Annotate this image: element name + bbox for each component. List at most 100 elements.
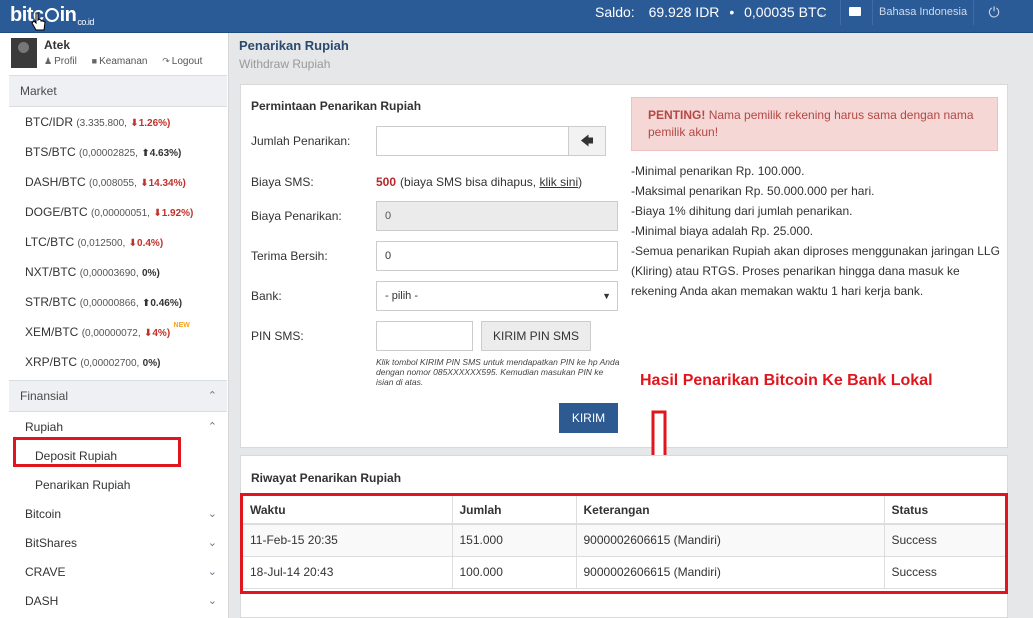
down-arrow-icon: ⬇ (130, 118, 139, 129)
chat-button[interactable] (840, 0, 868, 25)
sidebar-item-bitcoin[interactable]: Bitcoin ⌄ (9, 500, 227, 529)
share-icon: ↷ (162, 56, 170, 66)
withdraw-form-panel: Permintaan Penarikan Rupiah Jumlah Penar… (240, 84, 1008, 448)
market-item-doge-btc[interactable]: DOGE/BTC (0,00000051, ⬇1.92%) (9, 197, 227, 227)
column-header-description: Keterangan (576, 496, 885, 525)
chevron-down-icon: ⌄ (207, 508, 217, 520)
power-icon: ⏻ (988, 4, 1000, 20)
sidebar-item-crave[interactable]: CRAVE ⌄ (9, 558, 227, 587)
sidebar-item-dash[interactable]: DASH ⌄ (9, 587, 227, 616)
cell-status: Success (884, 556, 1005, 589)
language-button[interactable]: Bahasa Indonesia (872, 0, 975, 25)
rule-item: -Semua penarikan Rupiah akan diproses me… (631, 244, 1000, 298)
arrow-left-icon: 🡄 (580, 133, 594, 148)
bitcoin-co-id-logo[interactable]: bitc inco.id (10, 4, 94, 28)
down-arrow-icon: ⬇ (140, 178, 149, 189)
cell-amount: 151.000 (452, 524, 577, 557)
chat-icon (849, 7, 861, 16)
chevron-up-icon: ⌃ (207, 390, 217, 402)
sidebar-item-bitshares[interactable]: BitShares ⌄ (9, 529, 227, 558)
highlight-box-sidebar (13, 437, 181, 467)
market-item-ltc-btc[interactable]: LTC/BTC (0,012500, ⬇0.4%) (9, 227, 227, 257)
balance-idr: 69.928 IDR (648, 4, 720, 20)
amount-label: Jumlah Penarikan: (251, 134, 351, 148)
pin-label: PIN SMS: (251, 329, 304, 343)
cell-status: Success (884, 524, 1005, 557)
chevron-down-icon: ⌄ (207, 566, 217, 578)
table-row: 18-Jul-14 20:43 100.000 9000002606615 (M… (243, 556, 1005, 589)
sms-fee-label: Biaya SMS: (251, 175, 314, 189)
balance-label: Saldo: (595, 4, 635, 20)
column-header-status: Status (884, 496, 1005, 525)
lock-icon: ■ (91, 56, 98, 66)
bank-select[interactable]: - pilih - ▼ (376, 281, 618, 311)
market-list: BTC/IDR (3.335.800, ⬇1.26%) BTS/BTC (0,0… (9, 107, 227, 377)
page-header: Penarikan Rupiah Withdraw Rupiah (229, 33, 1033, 75)
user-box: Atek ♟ Profil ■ Keamanan ↷ Logout (0, 33, 229, 71)
finance-section-header[interactable]: Finansial ⌃ (9, 380, 227, 412)
chevron-up-icon: ⌃ (207, 421, 217, 433)
market-section-header: Market (9, 75, 227, 107)
top-navbar: bitc inco.id Saldo: 69.928 IDR • 0,00035 … (0, 0, 1033, 33)
balance-dropdown-button[interactable]: ⌄ (810, 0, 836, 25)
history-title: Riwayat Penarikan Rupiah (251, 471, 402, 485)
remove-sms-fee-link[interactable]: klik sini (539, 175, 578, 189)
cell-time: 11-Feb-15 20:35 (243, 524, 453, 557)
market-item-xrp-btc[interactable]: XRP/BTC (0,00002700, 0%) (9, 347, 227, 377)
market-item-btc-idr[interactable]: BTC/IDR (3.335.800, ⬇1.26%) (9, 107, 227, 137)
hand-cursor-icon (31, 12, 46, 31)
cell-description: 9000002606615 (Mandiri) (576, 524, 885, 557)
pin-note: Klik tombol KIRIM PIN SMS untuk mendapat… (376, 357, 620, 387)
balance-separator: • (729, 4, 735, 20)
logout-link[interactable]: ↷ Logout (162, 56, 208, 67)
withdraw-fee-label: Biaya Penarikan: (251, 209, 342, 223)
table-row: 11-Feb-15 20:35 151.000 9000002606615 (M… (243, 524, 1005, 557)
pin-input[interactable] (376, 321, 473, 351)
bank-label: Bank: (251, 289, 282, 303)
username: Atek (44, 38, 71, 52)
withdraw-fee-field: 0 (376, 201, 618, 231)
rule-item: -Biaya 1% dihitung dari jumlah penarikan… (631, 204, 853, 218)
withdraw-rules: -Minimal penarikan Rp. 100.000. -Maksima… (631, 161, 1001, 301)
logout-power-button[interactable]: ⏻ (982, 0, 1006, 25)
sidebar-item-withdraw-rupiah[interactable]: Penarikan Rupiah (9, 471, 227, 500)
net-label: Terima Bersih: (251, 249, 328, 263)
market-item-bts-btc[interactable]: BTS/BTC (0,00002825, ⬆4.63%) (9, 137, 227, 167)
rule-item: -Minimal biaya adalah Rp. 25.000. (631, 224, 814, 238)
sms-fee-info: 500 (biaya SMS bisa dihapus, klik sini) (376, 175, 583, 189)
security-link[interactable]: ■ Keamanan (92, 56, 154, 67)
page-subtitle: Withdraw Rupiah (239, 57, 331, 71)
page-title: Penarikan Rupiah (239, 38, 349, 53)
cell-amount: 100.000 (452, 556, 577, 589)
amount-input[interactable] (376, 126, 569, 156)
alert-strong: PENTING! (648, 108, 706, 122)
balance-display: Saldo: 69.928 IDR • 0,00035 BTC (595, 0, 827, 33)
chevron-down-icon: ⌄ (207, 595, 217, 607)
down-arrow-icon: ⬇ (128, 238, 138, 249)
rule-item: -Maksimal penarikan Rp. 50.000.000 per h… (631, 184, 875, 198)
column-header-time: Waktu (243, 496, 453, 525)
net-field[interactable]: 0 (376, 241, 618, 271)
market-item-str-btc[interactable]: STR/BTC (0,00000866, ⬆0.46%) (9, 287, 227, 317)
sms-fee-value: 500 (376, 175, 397, 189)
important-alert: PENTING! Nama pemilik rekening harus sam… (631, 97, 998, 151)
chevron-down-icon: ⌄ (817, 5, 829, 20)
user-icon: ♟ (44, 56, 53, 66)
send-pin-button[interactable]: KIRIM PIN SMS (481, 321, 591, 351)
table-header-row: Waktu Jumlah Keterangan Status (243, 496, 1005, 525)
market-item-dash-btc[interactable]: DASH/BTC (0,008055, ⬇14.34%) (9, 167, 227, 197)
form-title: Permintaan Penarikan Rupiah (251, 99, 422, 113)
fill-max-button[interactable]: 🡄 (568, 126, 606, 156)
market-item-nxt-btc[interactable]: NXT/BTC (0,00003690, 0%) (9, 257, 227, 287)
cell-time: 18-Jul-14 20:43 (243, 556, 453, 589)
up-arrow-icon: ⬆ (141, 148, 150, 159)
profile-link[interactable]: ♟ Profil (44, 56, 83, 67)
market-item-xem-btc[interactable]: XEM/BTC (0,00000072, ⬇4%) NEW (9, 317, 227, 347)
annotation-text: Hasil Penarikan Bitcoin Ke Bank Lokal (640, 372, 933, 389)
submit-button[interactable]: KIRIM (559, 403, 618, 433)
cell-description: 9000002606615 (Mandiri) (576, 556, 885, 589)
column-header-amount: Jumlah (452, 496, 577, 525)
chevron-down-icon: ⌄ (207, 537, 217, 549)
new-badge: NEW (173, 322, 190, 329)
avatar[interactable] (11, 38, 37, 68)
